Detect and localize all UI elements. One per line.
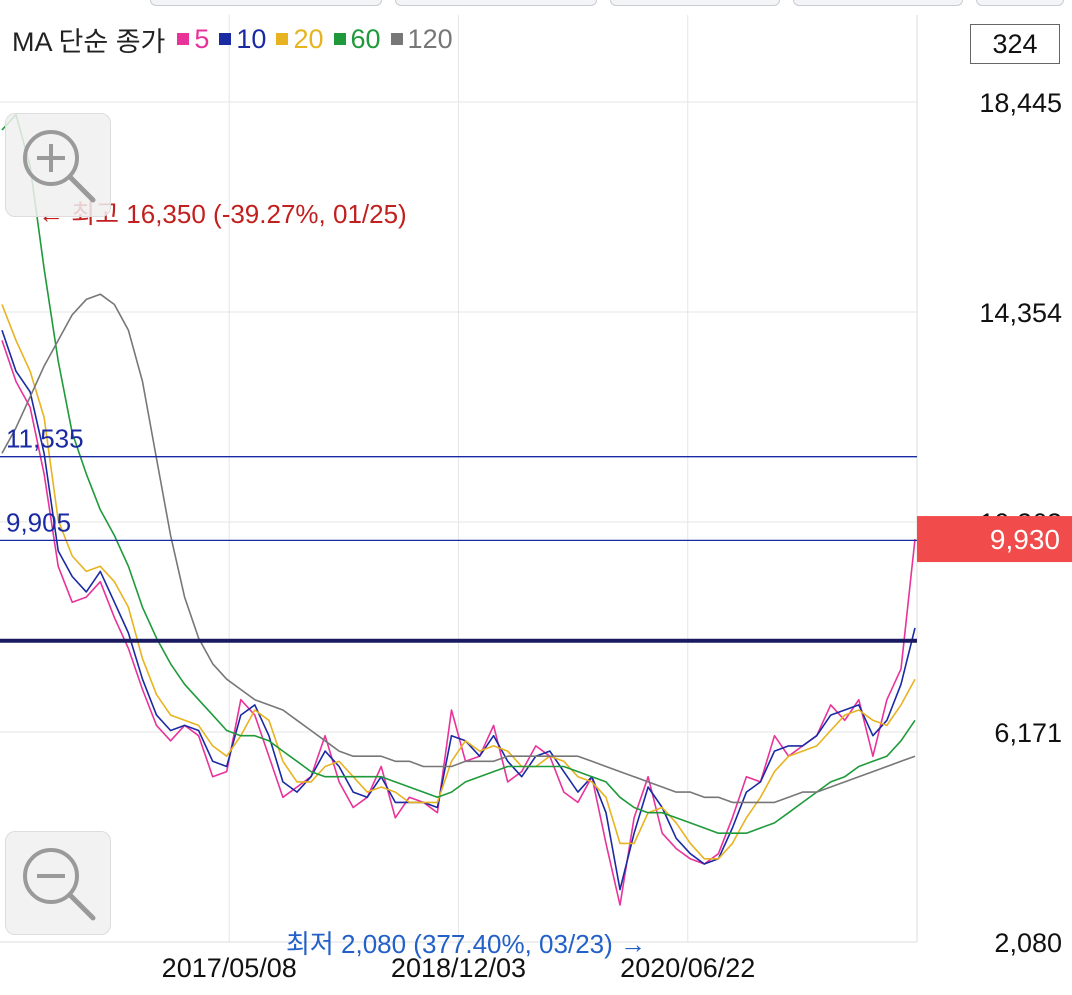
x-axis-label: 2017/05/08 — [162, 953, 297, 983]
zoom-in-button[interactable] — [5, 113, 111, 217]
ma-swatch — [177, 33, 190, 45]
ma-swatch — [390, 33, 403, 45]
ma-swatch — [333, 33, 346, 45]
ma-swatch — [219, 33, 232, 45]
y-axis-label: 18,445 — [979, 88, 1062, 118]
y-axis-label: 6,171 — [994, 718, 1062, 748]
y-axis-label: 2,080 — [994, 928, 1062, 958]
y-axis-label: 14,354 — [979, 298, 1062, 328]
price-chart[interactable]: 11,5359,90518,44514,35410,2636,1712,0802… — [0, 0, 1072, 995]
ma-legend-item-10[interactable]: 10 — [219, 24, 266, 55]
ma-legend: MA 단순 종가 5 10 20 60 120 — [12, 22, 463, 57]
zoom-out-icon — [23, 848, 96, 921]
ma-legend-item-20[interactable]: 20 — [276, 24, 324, 55]
ma-legend-item-120[interactable]: 120 — [390, 24, 453, 55]
ma-swatch — [276, 33, 289, 45]
reference-line-label: 11,535 — [6, 424, 84, 454]
ma-legend-item-60[interactable]: 60 — [333, 24, 381, 55]
zoom-in-icon — [23, 130, 96, 203]
candle-count-input[interactable]: 324 — [970, 24, 1060, 64]
zoom-out-button[interactable] — [5, 831, 111, 935]
ma-legend-item-5[interactable]: 5 — [177, 24, 209, 55]
ma-legend-title: MA 단순 종가 — [12, 26, 166, 57]
current-price-label: 9,930 — [990, 524, 1060, 555]
low-price-annotation: 최저 2,080 (377.40%, 03/23) → — [286, 929, 646, 959]
reference-line-label: 9,905 — [6, 507, 71, 537]
